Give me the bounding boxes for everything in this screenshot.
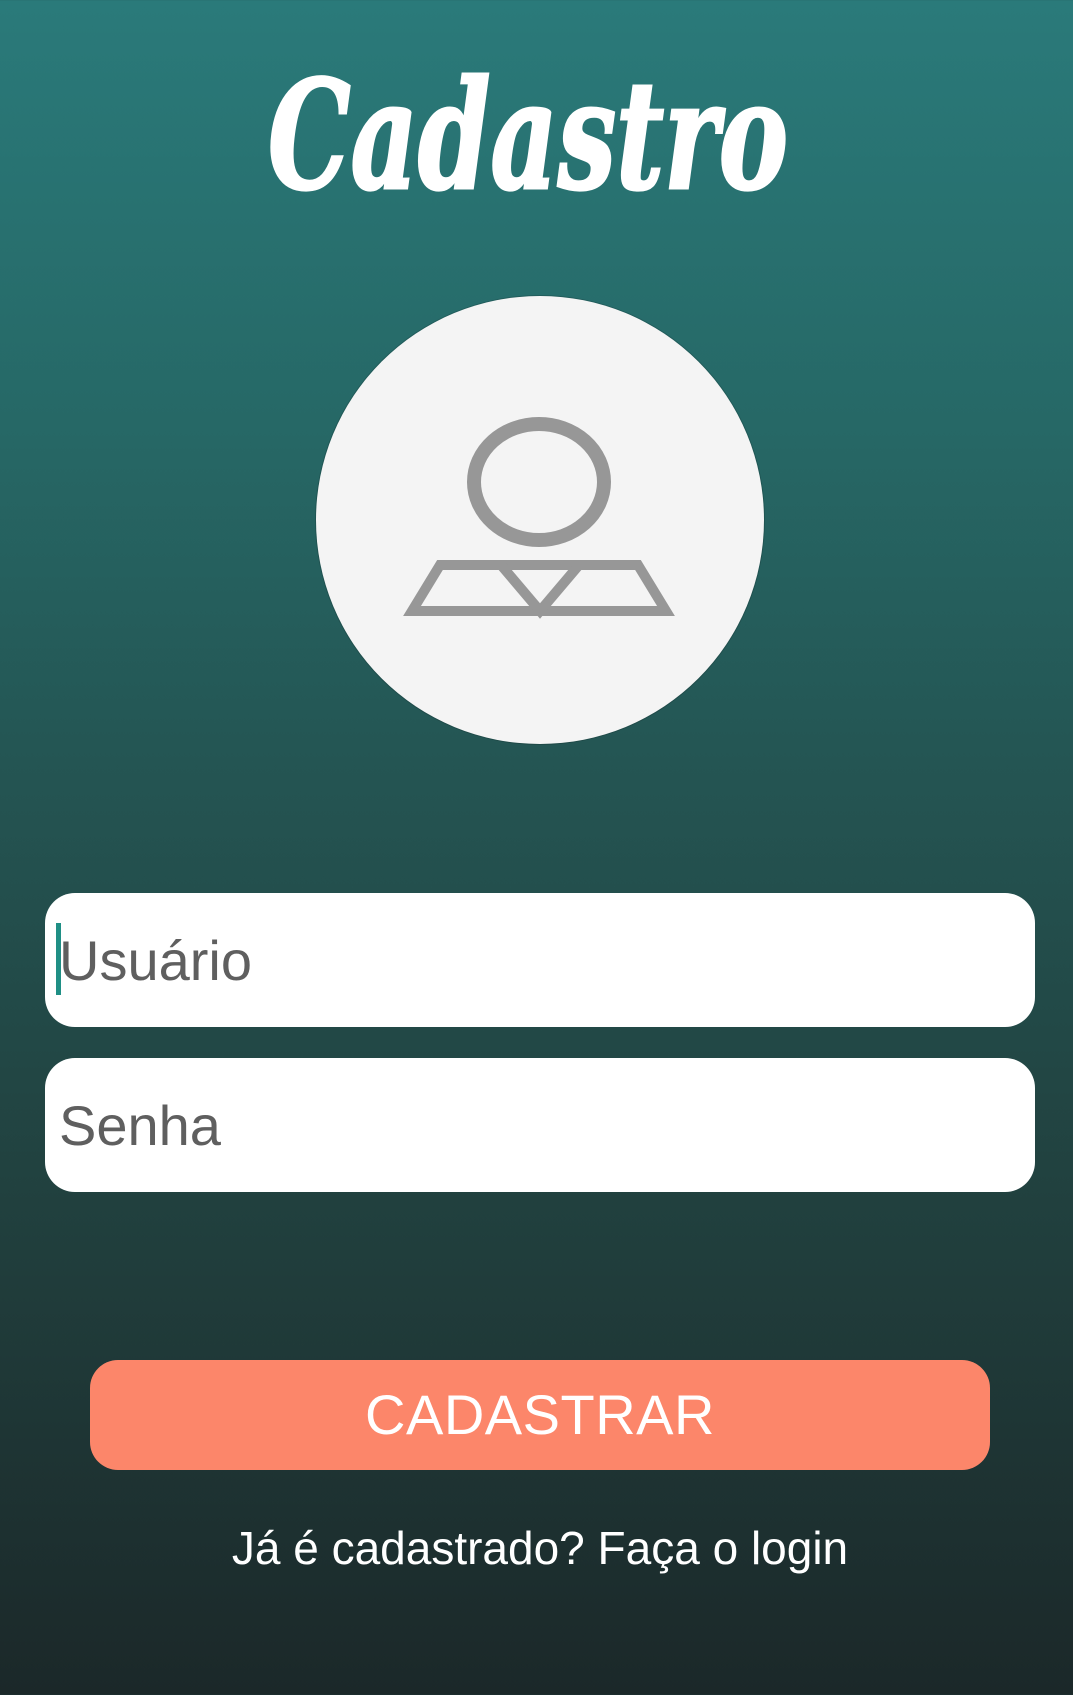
username-field[interactable] — [45, 893, 1035, 1027]
page-title: Cadastro — [267, 47, 790, 221]
password-field[interactable] — [45, 1058, 1035, 1192]
avatar[interactable] — [316, 296, 764, 744]
login-link[interactable]: Já é cadastrado? Faça o login — [0, 1514, 1073, 1582]
page-title-text: Cadastro — [268, 48, 788, 220]
register-button[interactable]: CADASTRAR — [90, 1360, 990, 1470]
password-input[interactable] — [59, 1058, 1019, 1192]
username-input[interactable] — [59, 893, 1019, 1027]
user-placeholder-icon — [403, 417, 675, 619]
